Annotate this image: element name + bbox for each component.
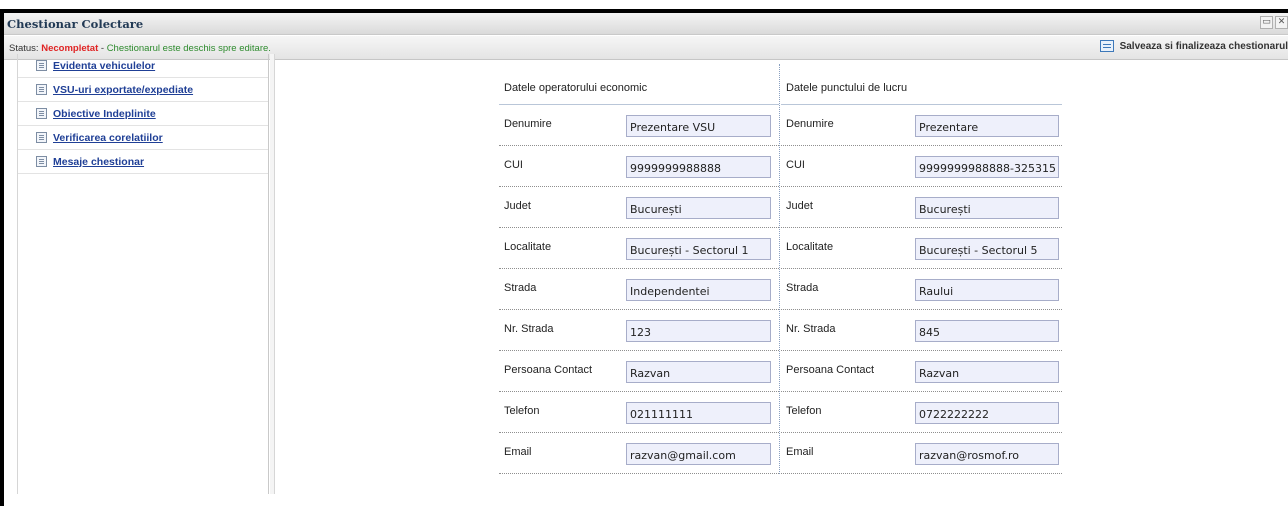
sidebar: Evidenta vehiculelor VSU-uri exportate/e… bbox=[17, 54, 269, 494]
field-label: Strada bbox=[504, 282, 537, 294]
status-message: Chestionarul este deschis spre editare. bbox=[106, 43, 271, 54]
sidebar-item-obiective-indeplinite[interactable]: Obiective Indeplinite bbox=[18, 102, 268, 126]
workpoint-column: Datele punctului de lucru Denumire Preze… bbox=[781, 64, 1062, 474]
operator-localitate-field[interactable]: București - Sectorul 1 bbox=[626, 238, 771, 260]
field-label: Localitate bbox=[504, 241, 552, 253]
form-row: CUI 9999999988888-325315 bbox=[781, 146, 1062, 187]
field-label: Telefon bbox=[504, 405, 540, 417]
operator-heading: Datele operatorului economic bbox=[499, 64, 779, 105]
form-row: Strada Independentei bbox=[499, 269, 779, 310]
operator-column: Datele operatorului economic Denumire Pr… bbox=[499, 64, 780, 474]
document-icon bbox=[36, 60, 47, 71]
restore-icon[interactable]: ▭ bbox=[1260, 16, 1273, 29]
document-icon bbox=[36, 132, 47, 143]
sidebar-item-mesaje-chestionar[interactable]: Mesaje chestionar bbox=[18, 150, 268, 174]
form-row: Judet București bbox=[781, 187, 1062, 228]
document-icon bbox=[36, 156, 47, 167]
sidebar-item-label[interactable]: VSU-uri exportate/expediate bbox=[53, 84, 193, 96]
form-row: Localitate București - Sectorul 1 bbox=[499, 228, 779, 269]
form-row: Email razvan@gmail.com bbox=[499, 433, 779, 474]
field-label: CUI bbox=[504, 159, 523, 171]
form-row: Persoana Contact Razvan bbox=[499, 351, 779, 392]
workpoint-telefon-field[interactable]: 0722222222 bbox=[915, 402, 1059, 424]
sidebar-item-verificarea-corelatiilor[interactable]: Verificarea corelatiilor bbox=[18, 126, 268, 150]
titlebar: Chestionar Colectare ▭ ✕ bbox=[4, 13, 1288, 35]
field-label: Judet bbox=[504, 200, 531, 212]
sidebar-item-label[interactable]: Evidenta vehiculelor bbox=[53, 60, 155, 72]
status-text: Status: Necompletat - Chestionarul este … bbox=[9, 43, 271, 54]
form-row: Denumire Prezentare bbox=[781, 105, 1062, 146]
form-row: Email razvan@rosmof.ro bbox=[781, 433, 1062, 474]
field-label: Telefon bbox=[786, 405, 822, 417]
form-row: Telefon 0722222222 bbox=[781, 392, 1062, 433]
operator-strada-field[interactable]: Independentei bbox=[626, 279, 771, 301]
operator-telefon-field[interactable]: 021111111 bbox=[626, 402, 771, 424]
save-finalize-label: Salveaza si finalizeaza chestionarul bbox=[1119, 40, 1288, 52]
field-label: Denumire bbox=[786, 118, 834, 130]
form-row: Nr. Strada 845 bbox=[781, 310, 1062, 351]
form-row: Nr. Strada 123 bbox=[499, 310, 779, 351]
form-row: CUI 9999999988888 bbox=[499, 146, 779, 187]
sidebar-item-label[interactable]: Verificarea corelatiilor bbox=[53, 132, 163, 144]
workpoint-email-field[interactable]: razvan@rosmof.ro bbox=[915, 443, 1059, 465]
workpoint-nr-strada-field[interactable]: 845 bbox=[915, 320, 1059, 342]
field-label: Email bbox=[504, 446, 532, 458]
form-row: Denumire Prezentare VSU bbox=[499, 105, 779, 146]
form-row: Judet București bbox=[499, 187, 779, 228]
form-row: Telefon 021111111 bbox=[499, 392, 779, 433]
close-icon[interactable]: ✕ bbox=[1275, 16, 1288, 29]
field-label: Nr. Strada bbox=[504, 323, 554, 335]
document-icon bbox=[36, 108, 47, 119]
workpoint-localitate-field[interactable]: București - Sectorul 5 bbox=[915, 238, 1059, 260]
top-strip bbox=[0, 0, 1288, 9]
splitter[interactable] bbox=[270, 54, 275, 494]
field-label: Localitate bbox=[786, 241, 834, 253]
document-icon bbox=[36, 84, 47, 95]
operator-judet-field[interactable]: București bbox=[626, 197, 771, 219]
save-finalize-button[interactable]: Salveaza si finalizeaza chestionarul bbox=[1099, 40, 1288, 52]
operator-cui-field[interactable]: 9999999988888 bbox=[626, 156, 771, 178]
field-label: Persoana Contact bbox=[786, 364, 875, 376]
sidebar-item-vsu-exportate[interactable]: VSU-uri exportate/expediate bbox=[18, 78, 268, 102]
workpoint-judet-field[interactable]: București bbox=[915, 197, 1059, 219]
questionnaire-window: Chestionar Colectare ▭ ✕ Status: Necompl… bbox=[4, 13, 1288, 506]
operator-contact-field[interactable]: Razvan bbox=[626, 361, 771, 383]
field-label: CUI bbox=[786, 159, 805, 171]
sidebar-item-evidenta-vehiculelor[interactable]: Evidenta vehiculelor bbox=[18, 54, 268, 78]
sidebar-item-label[interactable]: Mesaje chestionar bbox=[53, 156, 144, 168]
operator-nr-strada-field[interactable]: 123 bbox=[626, 320, 771, 342]
form-row: Persoana Contact Razvan bbox=[781, 351, 1062, 392]
window-controls: ▭ ✕ bbox=[1260, 16, 1288, 29]
field-label: Nr. Strada bbox=[786, 323, 836, 335]
field-label: Judet bbox=[786, 200, 813, 212]
window-title: Chestionar Colectare bbox=[7, 17, 144, 31]
operator-email-field[interactable]: razvan@gmail.com bbox=[626, 443, 771, 465]
workpoint-cui-field[interactable]: 9999999988888-325315 bbox=[915, 156, 1059, 178]
field-label: Strada bbox=[786, 282, 819, 294]
status-value: Necompletat bbox=[41, 43, 99, 54]
workpoint-heading: Datele punctului de lucru bbox=[781, 64, 1062, 105]
save-icon bbox=[1099, 40, 1114, 52]
workpoint-contact-field[interactable]: Razvan bbox=[915, 361, 1059, 383]
field-label: Denumire bbox=[504, 118, 552, 130]
sidebar-item-label[interactable]: Obiective Indeplinite bbox=[53, 108, 156, 120]
status-separator: - bbox=[100, 43, 105, 54]
field-label: Email bbox=[786, 446, 814, 458]
form-row: Strada Raului bbox=[781, 269, 1062, 310]
operator-denumire-field[interactable]: Prezentare VSU bbox=[626, 115, 771, 137]
form-row: Localitate București - Sectorul 5 bbox=[781, 228, 1062, 269]
status-label: Status: bbox=[9, 43, 39, 54]
field-label: Persoana Contact bbox=[504, 364, 593, 376]
workpoint-denumire-field[interactable]: Prezentare bbox=[915, 115, 1059, 137]
workpoint-strada-field[interactable]: Raului bbox=[915, 279, 1059, 301]
